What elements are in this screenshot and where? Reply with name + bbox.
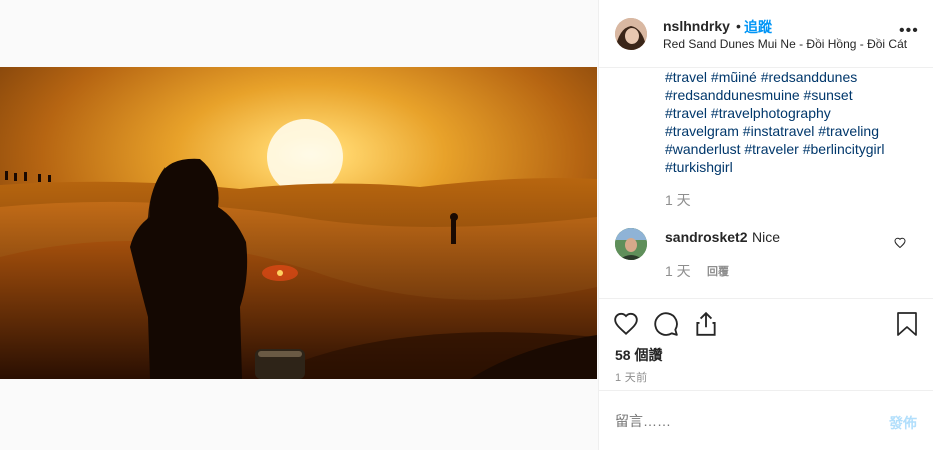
share-icon[interactable] [693,311,719,342]
sunset-dunes-image [0,67,597,379]
bookmark-icon[interactable] [895,311,919,342]
header-separator: • [736,18,741,34]
photo-pane [0,0,597,450]
hashtag-line[interactable]: #travel #mũiné #redsanddunes [665,68,915,86]
commenter-avatar[interactable] [615,228,647,260]
follow-button[interactable]: 追蹤 [744,17,772,37]
comments-section: #travel #mũiné #redsanddunes #redsanddun… [599,68,933,298]
add-comment-box: 發佈 [599,390,933,450]
hashtag-line[interactable]: #travelgram #instatravel #traveling [665,122,915,140]
hashtag-line[interactable]: #turkishgirl [665,158,915,176]
caption-hashtags: #travel #mũiné #redsanddunes #redsanddun… [665,68,915,176]
post-location[interactable]: Red Sand Dunes Mui Ne - Đồi Hồng - Đồi C… [663,37,921,51]
likes-count[interactable]: 58 個讚 [615,345,662,365]
post-sidebar: nslhndrky • 追蹤 Red Sand Dunes Mui Ne - Đ… [598,0,933,450]
heart-icon[interactable] [613,311,639,342]
caption-timestamp[interactable]: 1 天 [665,190,691,210]
author-avatar[interactable] [615,18,647,50]
post-comment-button[interactable]: 發佈 [889,413,917,433]
reply-button[interactable]: 回覆 [707,263,729,279]
post-photo[interactable] [0,67,597,379]
hashtag-line[interactable]: #travel #travelphotography [665,104,915,122]
comment-bubble-icon[interactable] [653,311,679,342]
comment-text: Nice [752,229,781,245]
comment-input[interactable] [615,413,855,429]
post-actions: 58 個讚 1 天前 [599,298,933,390]
more-options-icon[interactable]: ••• [899,22,919,40]
commenter-username[interactable]: sandrosket2 [665,229,747,245]
hashtag-line[interactable]: #wanderlust #traveler #berlincitygirl [665,140,915,158]
hashtag-line[interactable]: #redsanddunesmuine #sunset [665,86,915,104]
small-heart-icon[interactable] [894,236,906,254]
author-username[interactable]: nslhndrky [663,18,730,34]
post-timestamp[interactable]: 1 天前 [615,369,647,385]
comment-timestamp: 1 天 [665,263,691,279]
post-header: nslhndrky • 追蹤 Red Sand Dunes Mui Ne - Đ… [599,0,933,68]
